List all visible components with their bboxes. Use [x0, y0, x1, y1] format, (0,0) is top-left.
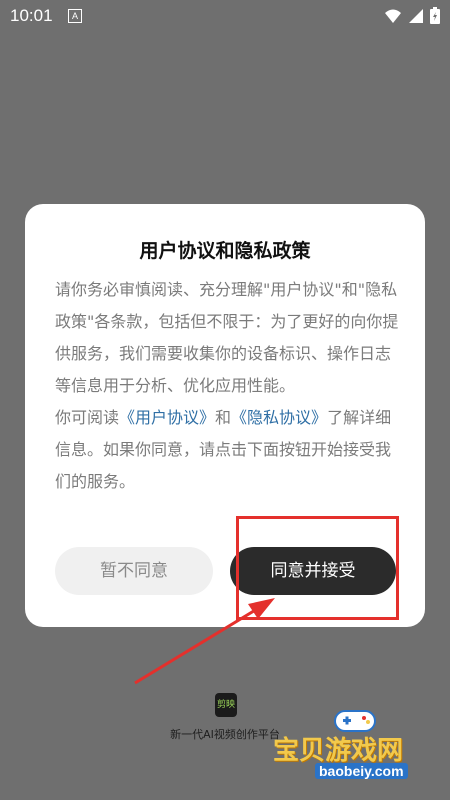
status-time: 10:01: [10, 6, 53, 25]
status-bar: 10:01 A: [0, 0, 450, 32]
and-text: 和: [215, 408, 232, 427]
signal-icon: [409, 8, 423, 23]
notification-badge-icon: A: [68, 9, 82, 23]
dialog-intro-text: 请你务必审慎阅读、充分理解"用户协议"和"隐私政策"各条款，包括但不限于：为了更…: [55, 280, 399, 395]
agreement-dialog: 用户协议和隐私政策 请你务必审慎阅读、充分理解"用户协议"和"隐私政策"各条款，…: [25, 204, 425, 627]
battery-icon: [430, 7, 440, 24]
watermark-url: baobeiy.com: [315, 763, 408, 779]
user-agreement-link[interactable]: 《用户协议》: [119, 408, 215, 427]
watermark-title: 宝贝游戏网: [273, 736, 404, 766]
privacy-agreement-link[interactable]: 《隐私协议》: [231, 408, 327, 427]
status-icons: [384, 7, 440, 24]
accept-button[interactable]: 同意并接受: [230, 547, 396, 595]
decline-button[interactable]: 暂不同意: [55, 547, 213, 595]
app-logo: 剪映: [215, 693, 237, 717]
dialog-read-paragraph: 你可阅读《用户协议》和《隐私协议》了解详细信息。如果你同意，请点击下面按钮开始接…: [55, 402, 400, 498]
wifi-icon: [385, 9, 401, 23]
dialog-body: 请你务必审慎阅读、充分理解"用户协议"和"隐私政策"各条款，包括但不限于：为了更…: [55, 274, 400, 498]
read-prefix-text: 你可阅读: [55, 408, 120, 427]
watermark: 宝贝游戏网 baobeiy.com: [273, 705, 445, 785]
dialog-title: 用户协议和隐私政策: [139, 240, 311, 262]
